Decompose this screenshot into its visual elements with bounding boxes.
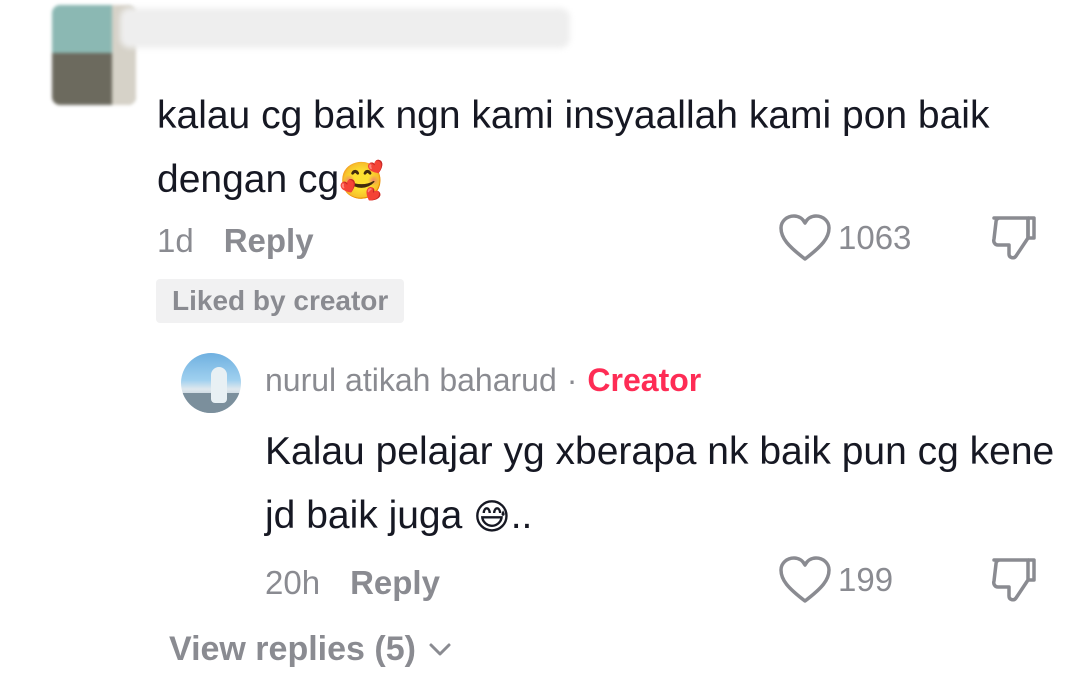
heart-icon <box>779 214 831 261</box>
reply-body: Kalau pelajar yg xberapa nk baik pun cg … <box>265 420 1055 548</box>
view-replies-label: View replies (5) <box>169 630 416 668</box>
comment-reply-button[interactable]: Reply <box>224 222 314 260</box>
reply-text: Kalau pelajar yg xberapa nk baik pun cg … <box>265 430 1055 537</box>
commenter-name-blurred <box>120 8 570 48</box>
reply-author-line: nurul atikah baharud · Creator <box>265 362 701 399</box>
thumbs-down-icon <box>992 216 1036 260</box>
reply-author-avatar[interactable] <box>181 353 241 413</box>
reply-meta: 20h Reply <box>265 564 440 602</box>
reply-like-count: 199 <box>838 561 894 598</box>
liked-by-creator-badge: Liked by creator <box>156 279 405 323</box>
thumbs-down-icon <box>992 558 1036 602</box>
comment-text: kalau cg baik ngn kami insyaallah kami p… <box>157 94 990 201</box>
reply-dislike-button[interactable] <box>988 554 1040 611</box>
view-replies-button[interactable]: View replies (5) <box>169 630 452 669</box>
reply-like-button[interactable]: 199 <box>778 555 893 605</box>
creator-tag: Creator <box>587 362 702 398</box>
smiling-face-with-hearts-emoji: 🥰 <box>339 160 384 202</box>
grinning-sweat-emoji: 😅 <box>473 496 511 538</box>
reply-text-suffix: .. <box>510 494 533 537</box>
comment-dislike-button[interactable] <box>988 212 1040 269</box>
author-separator: · <box>566 362 578 398</box>
comment-timestamp: 1d <box>157 222 194 259</box>
chevron-down-icon <box>429 643 451 655</box>
comment-like-button[interactable]: 1063 <box>778 213 911 263</box>
comment-thread: kalau cg baik ngn kami insyaallah kami p… <box>0 0 1080 692</box>
comment-meta: 1d Reply <box>157 222 314 260</box>
heart-icon <box>779 556 831 603</box>
reply-timestamp: 20h <box>265 564 321 601</box>
comment-like-count: 1063 <box>838 219 912 256</box>
avatar-photo-figure <box>211 367 227 403</box>
reply-author-name[interactable]: nurul atikah baharud <box>265 362 557 399</box>
reply-reply-button[interactable]: Reply <box>350 564 440 602</box>
comment-body: kalau cg baik ngn kami insyaallah kami p… <box>157 84 1037 212</box>
